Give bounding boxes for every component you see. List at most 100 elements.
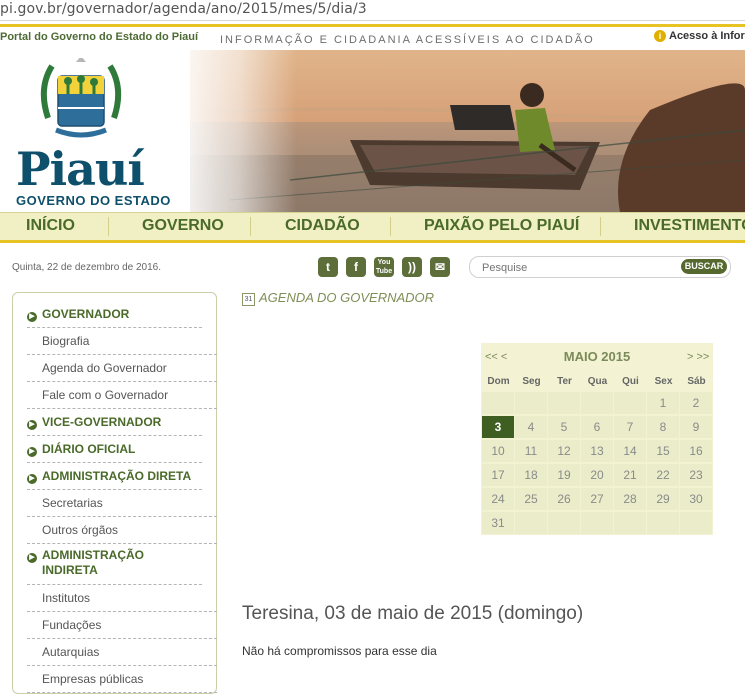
calendar-day[interactable]: 9 <box>680 416 712 438</box>
calendar-day[interactable]: 20 <box>581 464 613 486</box>
nav-divider <box>250 217 251 236</box>
calendar-day[interactable]: 4 <box>515 416 547 438</box>
calendar-empty-cell <box>581 512 613 534</box>
calendar-day[interactable]: 15 <box>647 440 679 462</box>
sidebar-item-autarquias[interactable]: Autarquias <box>27 643 217 666</box>
calendar-dow-label: Seg <box>522 376 541 387</box>
calendar-day[interactable]: 1 <box>647 392 679 414</box>
calendar-day[interactable]: 8 <box>647 416 679 438</box>
calendar-day[interactable]: 12 <box>548 440 580 462</box>
nav-governo[interactable]: GOVERNO <box>142 217 224 235</box>
nav-paixao[interactable]: PAIXÃO PELO PIAUÍ <box>424 217 579 235</box>
calendar-prev-button[interactable]: << < <box>485 351 507 363</box>
calendar-day[interactable]: 11 <box>515 440 547 462</box>
calendar-day[interactable]: 30 <box>680 488 712 510</box>
sidebar-item-fundacoes[interactable]: Fundações <box>27 616 217 639</box>
calendar-next-button[interactable]: > >> <box>687 351 709 363</box>
page-title-label: AGENDA DO GOVERNADOR <box>259 290 435 305</box>
arrow-bullet-icon: ▶ <box>27 420 37 430</box>
email-icon[interactable]: ✉ <box>430 257 450 277</box>
address-bar[interactable]: pi.gov.br/governador/agenda/ano/2015/mes… <box>0 0 745 21</box>
twitter-icon[interactable]: t <box>318 257 338 277</box>
calendar-empty-cell <box>482 392 514 414</box>
sidebar-section-label: VICE-GOVERNADOR <box>42 415 162 429</box>
nav-divider <box>390 217 391 236</box>
address-url[interactable]: pi.gov.br/governador/agenda/ano/2015/mes… <box>0 1 367 17</box>
sidebar-section-adm-indireta[interactable]: ▶ ADMINISTRAÇÃO INDIRETA <box>27 548 202 585</box>
calendar-day[interactable]: 2 <box>680 392 712 414</box>
calendar-day[interactable]: 7 <box>614 416 646 438</box>
arrow-bullet-icon: ▶ <box>27 474 37 484</box>
sidebar-item-fale[interactable]: Fale com o Governador <box>27 386 217 409</box>
calendar-day[interactable]: 3 <box>482 416 514 438</box>
calendar-day[interactable]: 19 <box>548 464 580 486</box>
sidebar-item-biografia[interactable]: Biografia <box>27 332 217 355</box>
calendar-day[interactable]: 24 <box>482 488 514 510</box>
calendar-widget: MAIO 2015 << < > >> Dom Seg Ter Qua Qui Sex Sá… <box>481 343 713 535</box>
sidebar-item-empresas[interactable]: Empresas públicas <box>27 670 217 693</box>
top-strip: Portal do Governo do Estado do Piauí INF… <box>0 24 745 53</box>
calendar-day[interactable]: 10 <box>482 440 514 462</box>
arrow-bullet-icon: ▶ <box>27 447 37 457</box>
calendar-dow-label: Qui <box>622 376 639 387</box>
calendar-day[interactable]: 5 <box>548 416 580 438</box>
search-button[interactable]: BUSCAR <box>681 259 727 274</box>
calendar-day[interactable]: 28 <box>614 488 646 510</box>
calendar-day[interactable]: 18 <box>515 464 547 486</box>
arrow-bullet-icon: ▶ <box>27 312 37 322</box>
nav-investimento[interactable]: INVESTIMENTO <box>634 217 745 235</box>
nav-cidadao[interactable]: CIDADÃO <box>285 217 360 235</box>
arrow-bullet-icon: ▶ <box>27 553 37 563</box>
calendar-day[interactable]: 13 <box>581 440 613 462</box>
calendar-day[interactable]: 16 <box>680 440 712 462</box>
sidebar-item-outros[interactable]: Outros órgãos <box>27 521 217 544</box>
calendar-dow-label: Qua <box>587 376 608 387</box>
calendar-dow-label: Sex <box>654 376 673 387</box>
sidebar-section-label: ADMINISTRAÇÃO DIRETA <box>42 469 192 483</box>
calendar-day[interactable]: 14 <box>614 440 646 462</box>
calendar-empty-cell <box>515 392 547 414</box>
calendar-dow-label: Dom <box>487 376 510 387</box>
sidebar-section-label: ADMINISTRAÇÃO INDIRETA <box>42 548 144 577</box>
calendar-day[interactable]: 23 <box>680 464 712 486</box>
nav-inicio[interactable]: INÍCIO <box>26 217 75 235</box>
calendar-day[interactable]: 31 <box>482 512 514 534</box>
sidebar-section-vice[interactable]: ▶ VICE-GOVERNADOR <box>27 413 202 436</box>
sidebar-section-label: GOVERNADOR <box>42 307 130 321</box>
calendar-empty-cell <box>614 392 646 414</box>
calendar-day[interactable]: 6 <box>581 416 613 438</box>
youtube-icon[interactable]: You Tube <box>374 257 394 277</box>
nav-divider <box>108 217 109 236</box>
tagline: INFORMAÇÃO E CIDADANIA ACESSÍVEIS AO CID… <box>220 34 595 46</box>
calendar-empty-cell <box>515 512 547 534</box>
logo-area[interactable]: Piauí GOVERNO DO ESTADO <box>0 50 190 212</box>
calendar-month: MAIO 2015 <box>563 349 631 364</box>
calendar-day[interactable]: 21 <box>614 464 646 486</box>
nav-divider <box>600 217 601 236</box>
calendar-day[interactable]: 22 <box>647 464 679 486</box>
rss-icon[interactable]: )) <box>402 257 422 277</box>
sidebar-item-institutos[interactable]: Institutos <box>27 589 217 612</box>
sidebar-section-governador[interactable]: ▶ GOVERNADOR <box>27 305 202 328</box>
sidebar-section-adm-direta[interactable]: ▶ ADMINISTRAÇÃO DIRETA <box>27 467 202 490</box>
calendar-day[interactable]: 17 <box>482 464 514 486</box>
calendar-day[interactable]: 26 <box>548 488 580 510</box>
access-info-label: Acesso à Informação <box>669 30 745 42</box>
calendar-day[interactable]: 27 <box>581 488 613 510</box>
access-info-link[interactable]: iAcesso à Informação <box>654 30 745 42</box>
calendar-day[interactable]: 29 <box>647 488 679 510</box>
current-date: Quinta, 22 de dezembro de 2016. <box>12 262 161 273</box>
sidebar-section-diario[interactable]: ▶ DIÁRIO OFICIAL <box>27 440 202 463</box>
sidebar-item-agenda[interactable]: Agenda do Governador <box>27 359 217 382</box>
main-nav: INÍCIO GOVERNO CIDADÃO PAIXÃO PELO PIAUÍ… <box>0 212 745 243</box>
sidebar-item-secretarias[interactable]: Secretarias <box>27 494 217 517</box>
facebook-icon[interactable]: f <box>346 257 366 277</box>
header-banner: Piauí GOVERNO DO ESTADO <box>0 50 745 212</box>
calendar-day[interactable]: 25 <box>515 488 547 510</box>
portal-link[interactable]: Portal do Governo do Estado do Piauí <box>0 31 198 43</box>
calendar-dow-label: Sáb <box>687 376 706 387</box>
calendar-empty-cell <box>548 512 580 534</box>
banner-photo <box>170 50 745 212</box>
search-input[interactable] <box>480 259 664 276</box>
calendar-empty-cell <box>680 512 712 534</box>
